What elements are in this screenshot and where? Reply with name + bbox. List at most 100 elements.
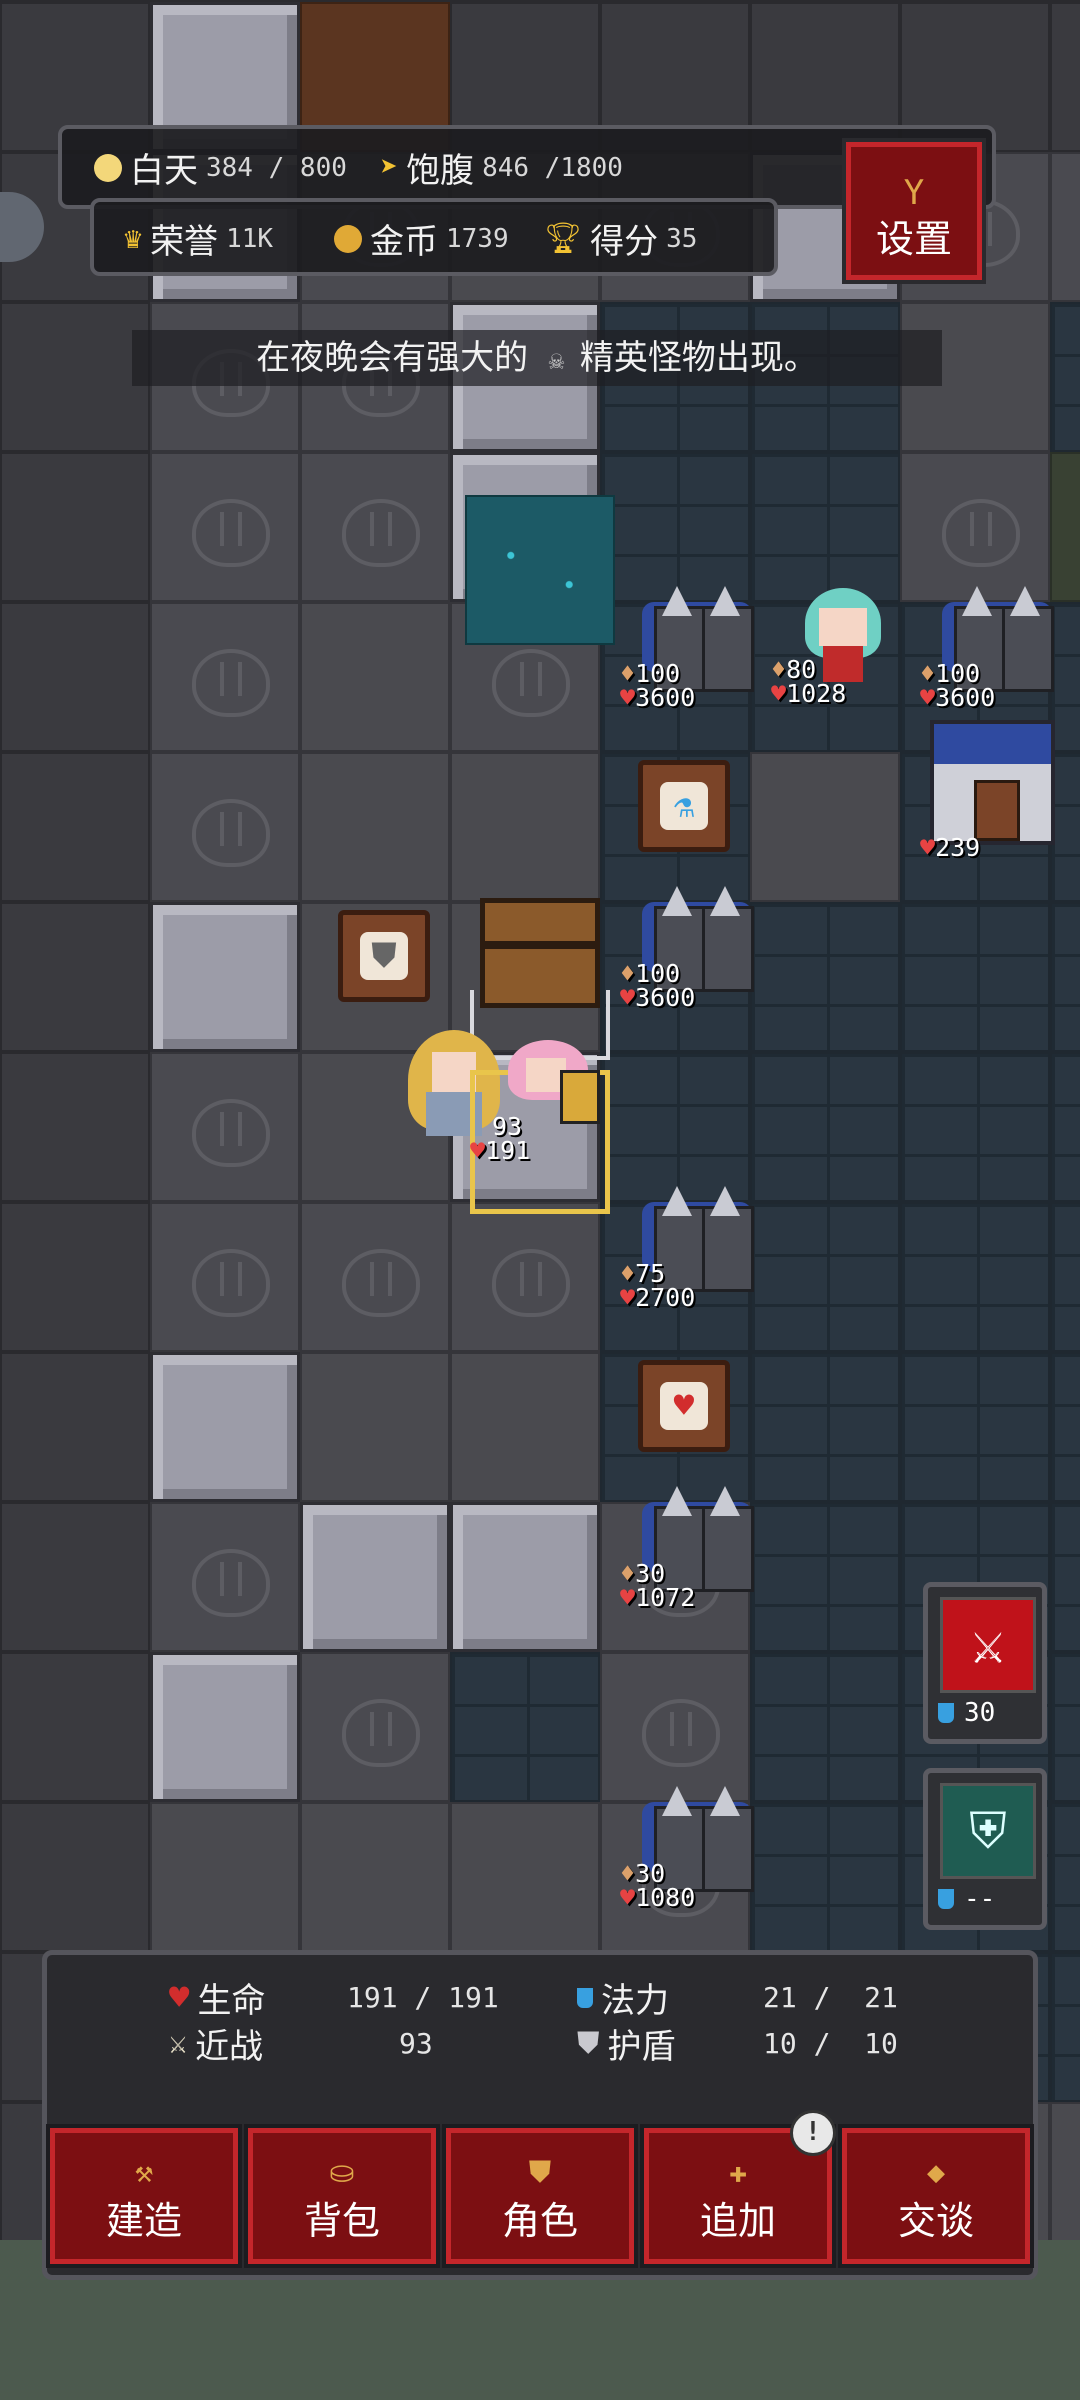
floor-tile[interactable] xyxy=(150,602,300,752)
character-label: 角色 xyxy=(501,2199,578,2243)
unit-stats: ♦80 ♥1028 xyxy=(771,655,847,708)
floor-tile[interactable] xyxy=(150,752,300,902)
wall-tile[interactable] xyxy=(1050,2,1080,152)
floor-tile[interactable] xyxy=(450,752,600,902)
brick-floor-tile[interactable] xyxy=(1050,1502,1080,1652)
wall-tile[interactable] xyxy=(0,1502,150,1652)
shield-icon: ⛊ xyxy=(360,932,408,980)
floor-tile[interactable] xyxy=(1050,152,1080,302)
talk-button[interactable]: ◆ 交谈 xyxy=(842,2128,1030,2264)
floor-tile[interactable] xyxy=(300,1352,450,1502)
floor-tile[interactable] xyxy=(300,1202,450,1352)
potion-scroll[interactable]: ⚗ xyxy=(638,760,730,852)
wall-tile[interactable] xyxy=(0,1052,150,1202)
brick-floor-tile[interactable] xyxy=(900,1352,1050,1502)
hp-value: 191 / 191 xyxy=(347,1981,499,2014)
character-button[interactable]: ⛊ 角色 xyxy=(446,2128,634,2264)
heart-scroll[interactable]: ♥ xyxy=(638,1360,730,1452)
unit-stats: ♦100 ♥3600 xyxy=(620,959,696,1012)
brick-floor-tile[interactable] xyxy=(1050,1652,1080,1802)
shop-building[interactable] xyxy=(930,720,1055,845)
brick-floor-tile[interactable] xyxy=(900,902,1050,1052)
heart-icon: ♥ xyxy=(620,683,636,712)
shield-skill-icon: ⛨ xyxy=(940,1783,1036,1879)
floor-tile[interactable] xyxy=(450,1202,600,1352)
brick-floor-tile[interactable] xyxy=(1050,1052,1080,1202)
brick-floor-tile[interactable] xyxy=(1050,1802,1080,1952)
floor-tile[interactable] xyxy=(450,1352,600,1502)
floor-tile[interactable] xyxy=(150,1802,300,1952)
floor-tile[interactable] xyxy=(450,1802,600,1952)
unit-stats: 93 ♥191 xyxy=(470,1112,531,1165)
mp-label: 法力 xyxy=(601,1981,669,2021)
stone-block-tile[interactable] xyxy=(150,902,300,1052)
stone-block-tile[interactable] xyxy=(450,1502,600,1652)
floor-tile[interactable] xyxy=(150,1202,300,1352)
floor-tile[interactable] xyxy=(600,1652,750,1802)
brick-floor-tile[interactable] xyxy=(900,1052,1050,1202)
wall-tile[interactable] xyxy=(0,452,150,602)
stone-block-tile[interactable] xyxy=(300,1502,450,1652)
brick-floor-tile[interactable] xyxy=(1050,1352,1080,1502)
heart-icon: ♥ xyxy=(771,679,787,708)
floor-tile[interactable] xyxy=(150,452,300,602)
brick-floor-tile[interactable] xyxy=(750,1352,900,1502)
build-button[interactable]: ⚒ 建造 xyxy=(50,2128,238,2264)
brick-floor-tile[interactable] xyxy=(1050,1952,1080,2102)
honor-stat: ♛ 荣誉 11K xyxy=(124,214,273,263)
wall-tile[interactable] xyxy=(0,1202,150,1352)
brick-floor-tile[interactable] xyxy=(750,1052,900,1202)
floor-tile[interactable] xyxy=(900,452,1050,602)
wall-tile[interactable] xyxy=(0,1352,150,1502)
brick-floor-tile[interactable] xyxy=(750,452,900,602)
brick-floor-tile[interactable] xyxy=(1050,902,1080,1052)
stone-block-tile[interactable] xyxy=(150,1652,300,1802)
floor-tile[interactable] xyxy=(300,1652,450,1802)
hud-resource-bar: ♛ 荣誉 11K 金币 1739 🏆︎ 得分 35 xyxy=(90,198,778,276)
gold-stat: 金币 1739 xyxy=(334,214,509,263)
settings-button[interactable]: Y 设置 xyxy=(846,142,982,280)
brick-floor-tile[interactable] xyxy=(600,1052,750,1202)
water-tile[interactable] xyxy=(465,495,615,645)
floor-tile[interactable] xyxy=(300,602,450,752)
wall-tile[interactable] xyxy=(0,602,150,752)
brick-floor-tile[interactable] xyxy=(1050,302,1080,452)
brick-floor-tile[interactable] xyxy=(750,902,900,1052)
floor-tile[interactable] xyxy=(1050,2102,1080,2252)
floor-tile[interactable] xyxy=(300,1802,450,1952)
heart-icon: ♥ xyxy=(620,1283,636,1312)
crown-icon: ♛ xyxy=(124,221,143,256)
wall-tile[interactable] xyxy=(0,902,150,1052)
shield-value: 10 / 10 xyxy=(763,2027,898,2060)
brick-floor-tile[interactable] xyxy=(1050,1202,1080,1352)
wall-tile[interactable] xyxy=(0,302,150,452)
bag-button[interactable]: ⛀ 背包 xyxy=(248,2128,436,2264)
wall-tile[interactable] xyxy=(0,1802,150,1952)
floor-tile[interactable] xyxy=(150,1502,300,1652)
hammer-icon: ⚒ xyxy=(134,2155,154,2190)
brick-floor-tile[interactable] xyxy=(750,1802,900,1952)
brick-floor-tile[interactable] xyxy=(750,1652,900,1802)
brick-floor-tile[interactable] xyxy=(450,1652,600,1802)
heart-icon: ♥ xyxy=(620,983,636,1012)
trophy-icon: 🏆︎ xyxy=(544,221,583,256)
stone-block-tile[interactable] xyxy=(150,1352,300,1502)
brick-floor-tile[interactable] xyxy=(600,452,750,602)
armor-scroll[interactable]: ⛊ xyxy=(338,910,430,1002)
wall-tile[interactable] xyxy=(0,1652,150,1802)
floor-tile[interactable] xyxy=(1050,452,1080,602)
floor-tile[interactable] xyxy=(150,1052,300,1202)
brick-floor-tile[interactable] xyxy=(900,1202,1050,1352)
melee-value: 93 xyxy=(399,2027,433,2060)
satiety-label: 饱腹 xyxy=(406,151,475,191)
floor-tile[interactable] xyxy=(750,752,900,902)
shield-skill-button[interactable]: ⛨ -- xyxy=(923,1768,1047,1930)
wall-tile[interactable] xyxy=(0,752,150,902)
floor-tile[interactable] xyxy=(300,752,450,902)
brick-floor-tile[interactable] xyxy=(750,1202,900,1352)
brick-floor-tile[interactable] xyxy=(750,1502,900,1652)
sword-skill-button[interactable]: ⚔ 30 xyxy=(923,1582,1047,1744)
notification-badge: ! xyxy=(790,2110,836,2156)
mana-flask-icon xyxy=(938,1703,954,1723)
floor-tile[interactable] xyxy=(300,452,450,602)
